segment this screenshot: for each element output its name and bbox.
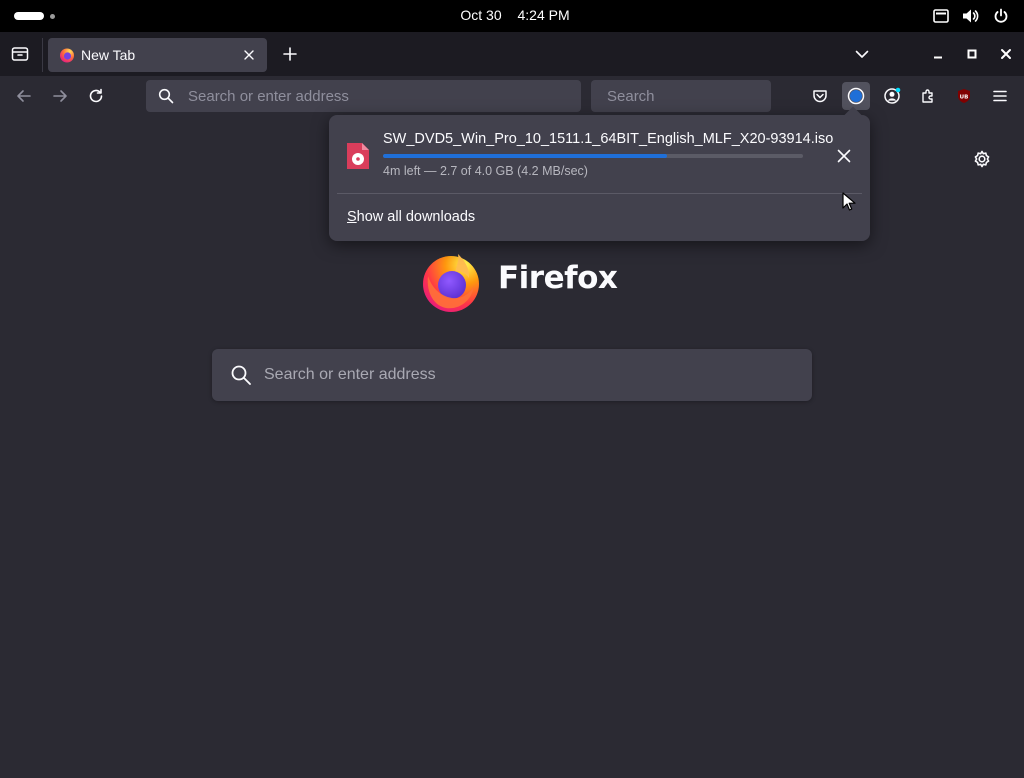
maximize-icon	[967, 49, 977, 59]
account-icon	[884, 87, 901, 104]
activities-indicator[interactable]	[14, 12, 55, 20]
minimize-button[interactable]	[926, 42, 950, 66]
firefox-window: New Tab Search or enter address Search U…	[0, 32, 1024, 778]
search-icon	[158, 88, 174, 104]
list-all-tabs-button[interactable]	[850, 42, 874, 66]
close-icon	[244, 50, 254, 60]
search-icon	[231, 365, 251, 385]
forward-button[interactable]	[46, 82, 74, 110]
puzzle-icon	[922, 89, 933, 103]
back-button[interactable]	[10, 82, 38, 110]
system-top-bar: Oct 30 4:24 PM	[0, 0, 1024, 32]
plus-icon	[283, 47, 297, 61]
clock[interactable]: Oct 30 4:24 PM	[440, 7, 590, 23]
gear-icon[interactable]	[972, 149, 992, 169]
firefox-wordmark: Firefox	[498, 260, 618, 296]
download-item[interactable]: SW_DVD5_Win_Pro_10_1511.1_64BIT_English_…	[337, 123, 862, 189]
newtab-search-input[interactable]	[264, 366, 812, 384]
workspace-active-pill	[14, 12, 44, 20]
newtab-search-box[interactable]	[212, 349, 812, 401]
pocket-button[interactable]	[806, 82, 834, 110]
svg-text:UB: UB	[960, 95, 969, 101]
chevron-down-icon	[855, 50, 869, 58]
tab-close-button[interactable]	[239, 45, 259, 65]
downloads-button[interactable]	[842, 82, 870, 110]
clock-time: 4:24 PM	[517, 7, 570, 23]
address-bar[interactable]	[146, 80, 581, 112]
volume-icon[interactable]	[962, 7, 980, 25]
power-icon[interactable]	[992, 7, 1010, 25]
minimize-icon	[934, 56, 942, 59]
extensions-button[interactable]	[914, 82, 942, 110]
mouse-pointer-icon	[842, 192, 856, 211]
disc-image-file-icon	[347, 143, 369, 169]
close-icon	[1001, 49, 1011, 59]
downloads-panel: SW_DVD5_Win_Pro_10_1511.1_64BIT_English_…	[329, 106, 870, 241]
search-bar[interactable]	[591, 80, 806, 112]
tab-title: New Tab	[81, 47, 136, 63]
maximize-button[interactable]	[960, 42, 984, 66]
tab-strip: New Tab	[0, 32, 1024, 76]
download-progress-fill	[383, 154, 667, 158]
download-status: 4m left — 2.7 of 4.0 GB (4.2 MB/sec)	[383, 164, 588, 178]
close-window-button[interactable]	[994, 42, 1018, 66]
tab-separator	[42, 38, 43, 72]
new-tab-button[interactable]	[278, 42, 302, 66]
keyboard-icon[interactable]	[932, 7, 950, 25]
workspace-dot	[50, 13, 55, 19]
account-button[interactable]	[878, 82, 906, 110]
hamburger-menu-icon	[993, 90, 1007, 102]
reload-icon	[89, 88, 103, 103]
arrow-right-icon	[53, 90, 67, 102]
reload-button[interactable]	[82, 82, 110, 110]
window-controls	[926, 42, 1018, 66]
address-input[interactable]	[188, 87, 581, 105]
close-icon	[837, 149, 851, 163]
firefox-view-button[interactable]	[8, 42, 32, 66]
ublock-icon: UB	[958, 89, 970, 103]
cancel-download-button[interactable]	[833, 145, 855, 167]
firefox-view-icon	[11, 47, 29, 61]
app-menu-button[interactable]	[986, 82, 1014, 110]
access-key: S	[347, 209, 357, 225]
ublock-origin-button[interactable]: UB	[950, 82, 978, 110]
firefox-logo	[423, 254, 479, 312]
download-filename: SW_DVD5_Win_Pro_10_1511.1_64BIT_English_…	[383, 131, 834, 147]
search-input[interactable]	[607, 87, 806, 105]
clock-date: Oct 30	[460, 7, 502, 23]
download-progress-bar	[383, 154, 803, 158]
show-all-downloads-button[interactable]: Show all downloads	[337, 201, 862, 233]
arrow-left-icon	[17, 90, 31, 102]
tab-new-tab[interactable]: New Tab	[48, 38, 267, 72]
system-tray[interactable]	[932, 7, 1010, 25]
navigation-toolbar: UB	[0, 76, 1024, 116]
panel-divider	[337, 193, 862, 194]
pocket-icon	[813, 90, 827, 103]
firefox-icon	[60, 48, 74, 63]
show-all-label: how all downloads	[356, 209, 476, 225]
download-progress-icon	[847, 87, 865, 105]
